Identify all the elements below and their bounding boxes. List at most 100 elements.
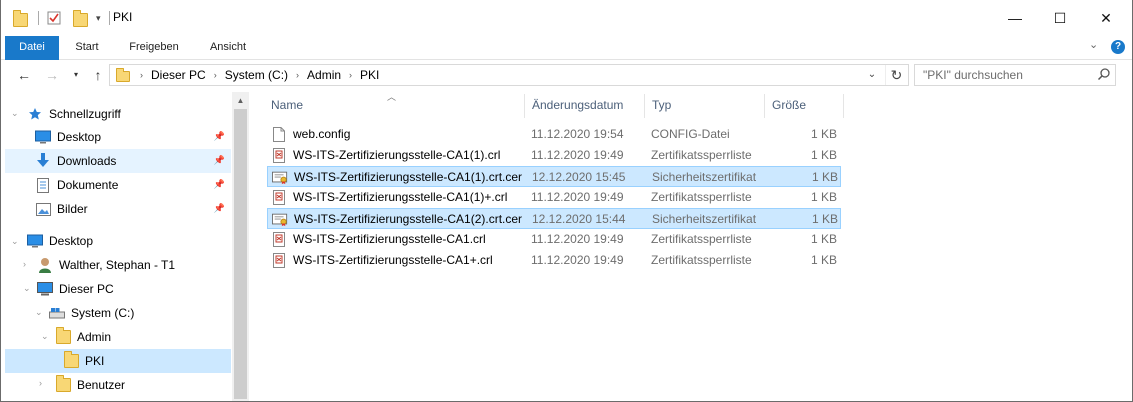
customize-toolbar-icon[interactable]: ▾ <box>96 13 101 24</box>
chevron-down-icon[interactable]: ⌄ <box>11 108 19 119</box>
column-divider[interactable] <box>843 94 844 118</box>
file-name: WS-ITS-Zertifizierungsstelle-CA1(1).crl <box>293 148 501 162</box>
breadcrumb-admin[interactable]: Admin <box>303 68 345 82</box>
search-box[interactable] <box>914 64 1116 86</box>
tab-ansicht[interactable]: Ansicht <box>201 36 255 60</box>
file-row[interactable]: WS-ITS-Zertifizierungsstelle-CA1.crl 11.1… <box>267 229 841 250</box>
nav-item-label: System (C:) <box>71 306 135 320</box>
file-type: Zertifikatssperrliste <box>651 148 752 162</box>
desktop-icon <box>35 129 51 145</box>
nav-item-label: Bilder <box>57 202 88 216</box>
folder-icon <box>13 9 28 27</box>
breadcrumb-system-c[interactable]: System (C:) <box>221 68 292 82</box>
pin-icon[interactable]: 📌 <box>214 131 225 142</box>
computer-icon <box>37 281 53 297</box>
chevron-right-icon[interactable]: › <box>210 70 221 80</box>
file-name-cell: WS-ITS-Zertifizierungsstelle-CA1(1).crl <box>271 145 500 166</box>
column-divider[interactable] <box>644 94 645 118</box>
nav-item-downloads[interactable]: Downloads 📌 <box>5 149 231 173</box>
back-button[interactable]: ← <box>15 66 33 84</box>
new-folder-icon[interactable] <box>73 9 88 27</box>
navigation-bar: ← → ▾ ↑ › Dieser PC › System (C:) › Admi… <box>1 60 1132 92</box>
nav-scrollbar[interactable]: ▲ <box>232 92 249 401</box>
navigation-pane: ⌄ Schnellzugriff Desktop 📌 Downloads 📌 D… <box>1 92 249 401</box>
nav-item-schnellzugriff[interactable]: Schnellzugriff <box>27 102 227 126</box>
pin-icon[interactable]: 📌 <box>214 155 225 166</box>
file-date: 11.12.2020 19:54 <box>531 127 624 141</box>
file-date: 11.12.2020 19:49 <box>531 232 624 246</box>
nav-item-label: Schnellzugriff <box>49 107 121 121</box>
chevron-down-icon[interactable]: ⌄ <box>35 307 43 318</box>
nav-item-admin[interactable]: Admin <box>55 325 227 349</box>
properties-icon[interactable] <box>47 11 61 25</box>
tab-datei[interactable]: Datei <box>5 36 59 60</box>
file-date: 11.12.2020 19:49 <box>531 253 624 267</box>
column-header-type[interactable]: Typ <box>646 92 764 118</box>
chevron-right-icon[interactable]: › <box>292 70 303 80</box>
column-divider[interactable] <box>524 94 525 118</box>
file-row[interactable]: web.config 11.12.2020 19:54 CONFIG-Datei 1 … <box>267 124 841 145</box>
breadcrumb-pki[interactable]: PKI <box>356 68 383 82</box>
file-size: 1 KB <box>810 190 837 204</box>
nav-item-desktop-root[interactable]: Desktop <box>27 229 227 253</box>
recent-locations-button[interactable]: ▾ <box>67 66 85 84</box>
nav-item-label: Dieser PC <box>59 282 114 296</box>
nav-item-dokumente[interactable]: Dokumente 📌 <box>5 173 231 197</box>
minimize-button[interactable]: — <box>992 0 1038 36</box>
folder-icon <box>55 375 71 393</box>
chevron-right-icon[interactable]: › <box>23 259 26 269</box>
folder-icon <box>55 327 71 345</box>
tab-start[interactable]: Start <box>67 36 107 60</box>
file-name-cell: WS-ITS-Zertifizierungsstelle-CA1+.crl <box>271 250 493 271</box>
chevron-down-icon[interactable]: ⌄ <box>23 283 31 294</box>
maximize-button[interactable]: ☐ <box>1037 0 1083 36</box>
column-header-date[interactable]: Änderungsdatum <box>526 92 644 118</box>
file-row[interactable]: WS-ITS-Zertifizierungsstelle-CA1(1).crt.… <box>267 166 841 187</box>
file-row[interactable]: WS-ITS-Zertifizierungsstelle-CA1(1)+.crl… <box>267 187 841 208</box>
nav-item-pki[interactable]: PKI <box>5 349 231 373</box>
file-name-cell: web.config <box>271 124 350 145</box>
pin-icon[interactable]: 📌 <box>214 203 225 214</box>
file-row[interactable]: WS-ITS-Zertifizierungsstelle-CA1(1).crl 1… <box>267 145 841 166</box>
column-header-size[interactable]: Größe <box>766 92 842 118</box>
refresh-button[interactable]: ↻ <box>885 65 907 85</box>
column-divider[interactable] <box>764 94 765 118</box>
forward-button[interactable]: → <box>43 66 61 84</box>
file-name-cell: WS-ITS-Zertifizierungsstelle-CA1(1).crt.… <box>272 167 522 188</box>
address-bar[interactable]: › Dieser PC › System (C:) › Admin › PKI … <box>109 64 909 86</box>
chevron-down-icon[interactable]: ⌄ <box>41 331 49 342</box>
file-row[interactable]: WS-ITS-Zertifizierungsstelle-CA1+.crl 11.… <box>267 250 841 271</box>
nav-item-system-c[interactable]: System (C:) <box>49 301 227 325</box>
chevron-down-icon[interactable]: ⌄ <box>11 236 19 247</box>
breadcrumb-dieser-pc[interactable]: Dieser PC <box>147 68 210 82</box>
column-header-name[interactable]: Name <box>265 92 523 118</box>
ribbon-collapse-button[interactable]: ⌄ <box>1089 38 1098 51</box>
nav-item-label: Dokumente <box>57 178 119 192</box>
chevron-right-icon[interactable]: › <box>345 70 356 80</box>
nav-item-user[interactable]: Walther, Stephan - T1 <box>37 253 227 277</box>
download-icon <box>35 153 51 169</box>
nav-item-dieser-pc[interactable]: Dieser PC <box>37 277 227 301</box>
chevron-right-icon[interactable]: › <box>39 378 42 388</box>
crl-icon <box>271 190 287 206</box>
file-name-cell: WS-ITS-Zertifizierungsstelle-CA1.crl <box>271 229 486 250</box>
scroll-thumb[interactable] <box>234 109 247 399</box>
address-history-dropdown[interactable]: ⌄ <box>862 65 882 85</box>
file-type: Zertifikatssperrliste <box>651 232 752 246</box>
close-button[interactable]: ✕ <box>1083 0 1129 36</box>
scroll-up-button[interactable]: ▲ <box>232 92 249 109</box>
nav-item-desktop[interactable]: Desktop 📌 <box>5 125 231 149</box>
pin-icon[interactable]: 📌 <box>214 179 225 190</box>
search-input[interactable] <box>915 65 1085 85</box>
file-type: Zertifikatssperrliste <box>651 253 752 267</box>
nav-item-bilder[interactable]: Bilder 📌 <box>5 197 231 221</box>
file-size: 1 KB <box>810 253 837 267</box>
ribbon-tabs: Datei Start Freigeben Ansicht ⌄ ? <box>1 36 1132 60</box>
up-button[interactable]: ↑ <box>89 66 107 84</box>
search-icon <box>1097 67 1111 81</box>
help-button[interactable]: ? <box>1111 40 1125 54</box>
tab-freigeben[interactable]: Freigeben <box>121 36 187 60</box>
file-size: 1 KB <box>810 232 837 246</box>
nav-item-benutzer[interactable]: Benutzer <box>55 373 227 397</box>
file-row[interactable]: WS-ITS-Zertifizierungsstelle-CA1(2).crt.… <box>267 208 841 229</box>
